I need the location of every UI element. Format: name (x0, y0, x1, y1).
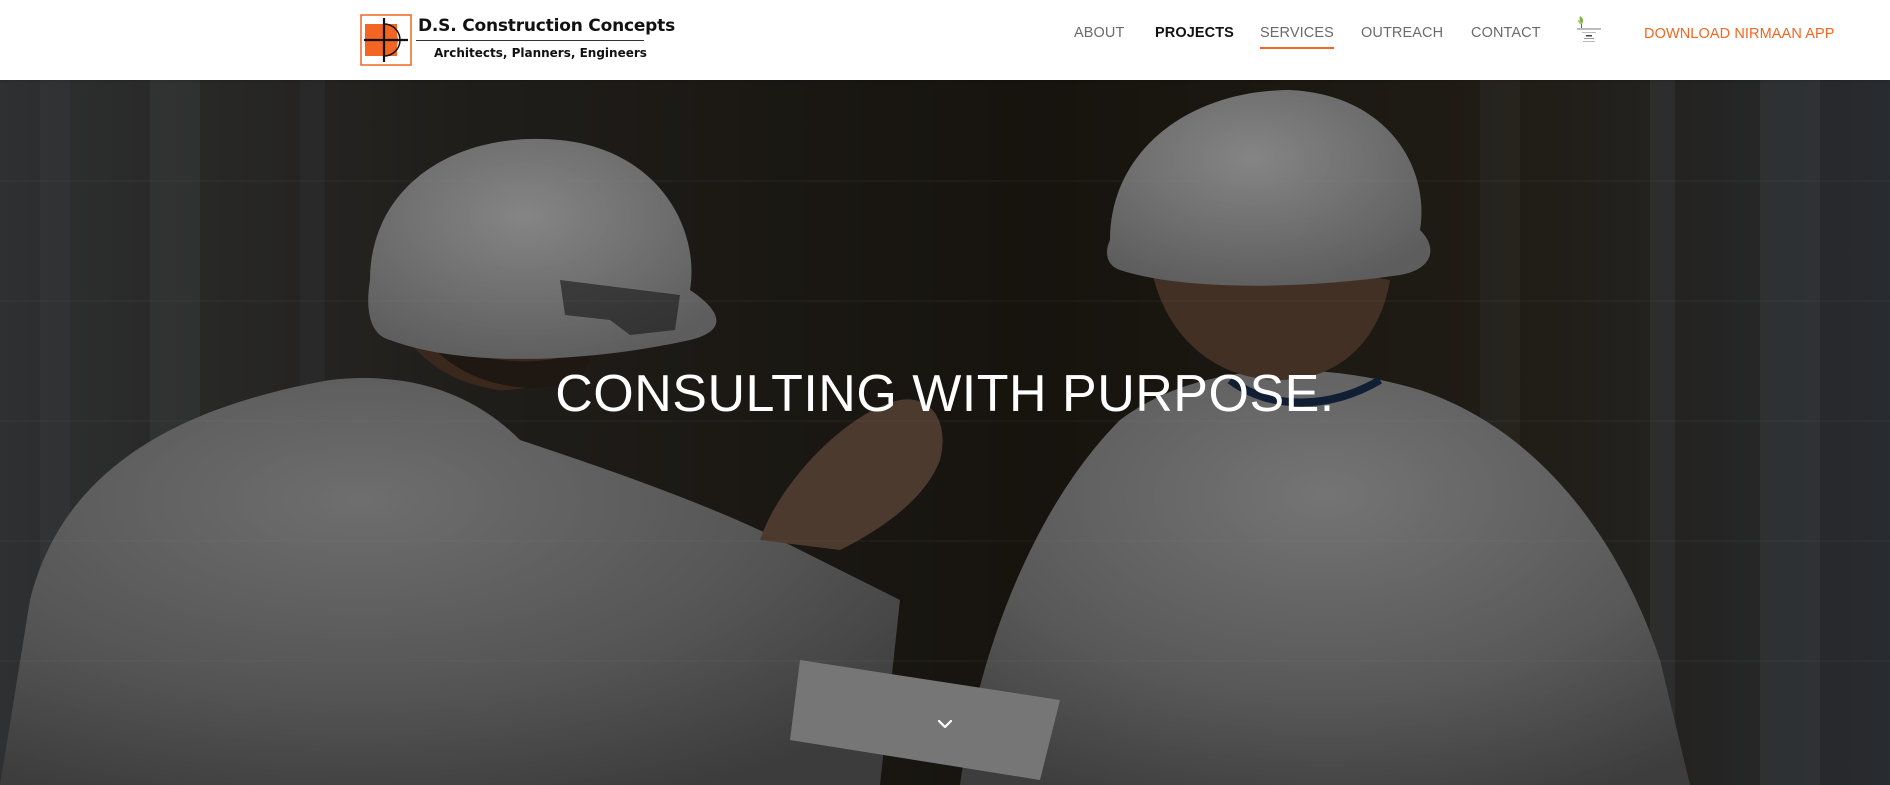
nav-about[interactable]: ABOUT (1074, 25, 1124, 41)
nav-projects[interactable]: PROJECTS (1155, 25, 1234, 41)
hero-overlay (0, 80, 1890, 785)
nirmaan-logo-icon[interactable] (1574, 14, 1604, 46)
hero-title: CONSULTING WITH PURPOSE. (555, 365, 1335, 423)
brand-divider (416, 40, 644, 41)
chevron-down-icon[interactable] (935, 716, 955, 732)
site-header: D.S. Construction Concepts Architects, P… (0, 0, 1890, 80)
brand-logo-link[interactable]: D.S. Construction Concepts Architects, P… (360, 14, 675, 68)
nav-services[interactable]: SERVICES (1260, 25, 1334, 49)
nav-contact[interactable]: CONTACT (1471, 25, 1541, 41)
page: D.S. Construction Concepts Architects, P… (0, 0, 1890, 785)
brand-tagline: Architects, Planners, Engineers (434, 46, 647, 60)
brand-logo-icon (360, 14, 412, 66)
nav-outreach[interactable]: OUTREACH (1361, 25, 1443, 41)
brand-name: D.S. Construction Concepts (418, 16, 675, 36)
download-app-button[interactable]: DOWNLOAD NIRMAAN APP (1644, 26, 1835, 42)
hero-section: CONSULTING WITH PURPOSE. (0, 80, 1890, 785)
